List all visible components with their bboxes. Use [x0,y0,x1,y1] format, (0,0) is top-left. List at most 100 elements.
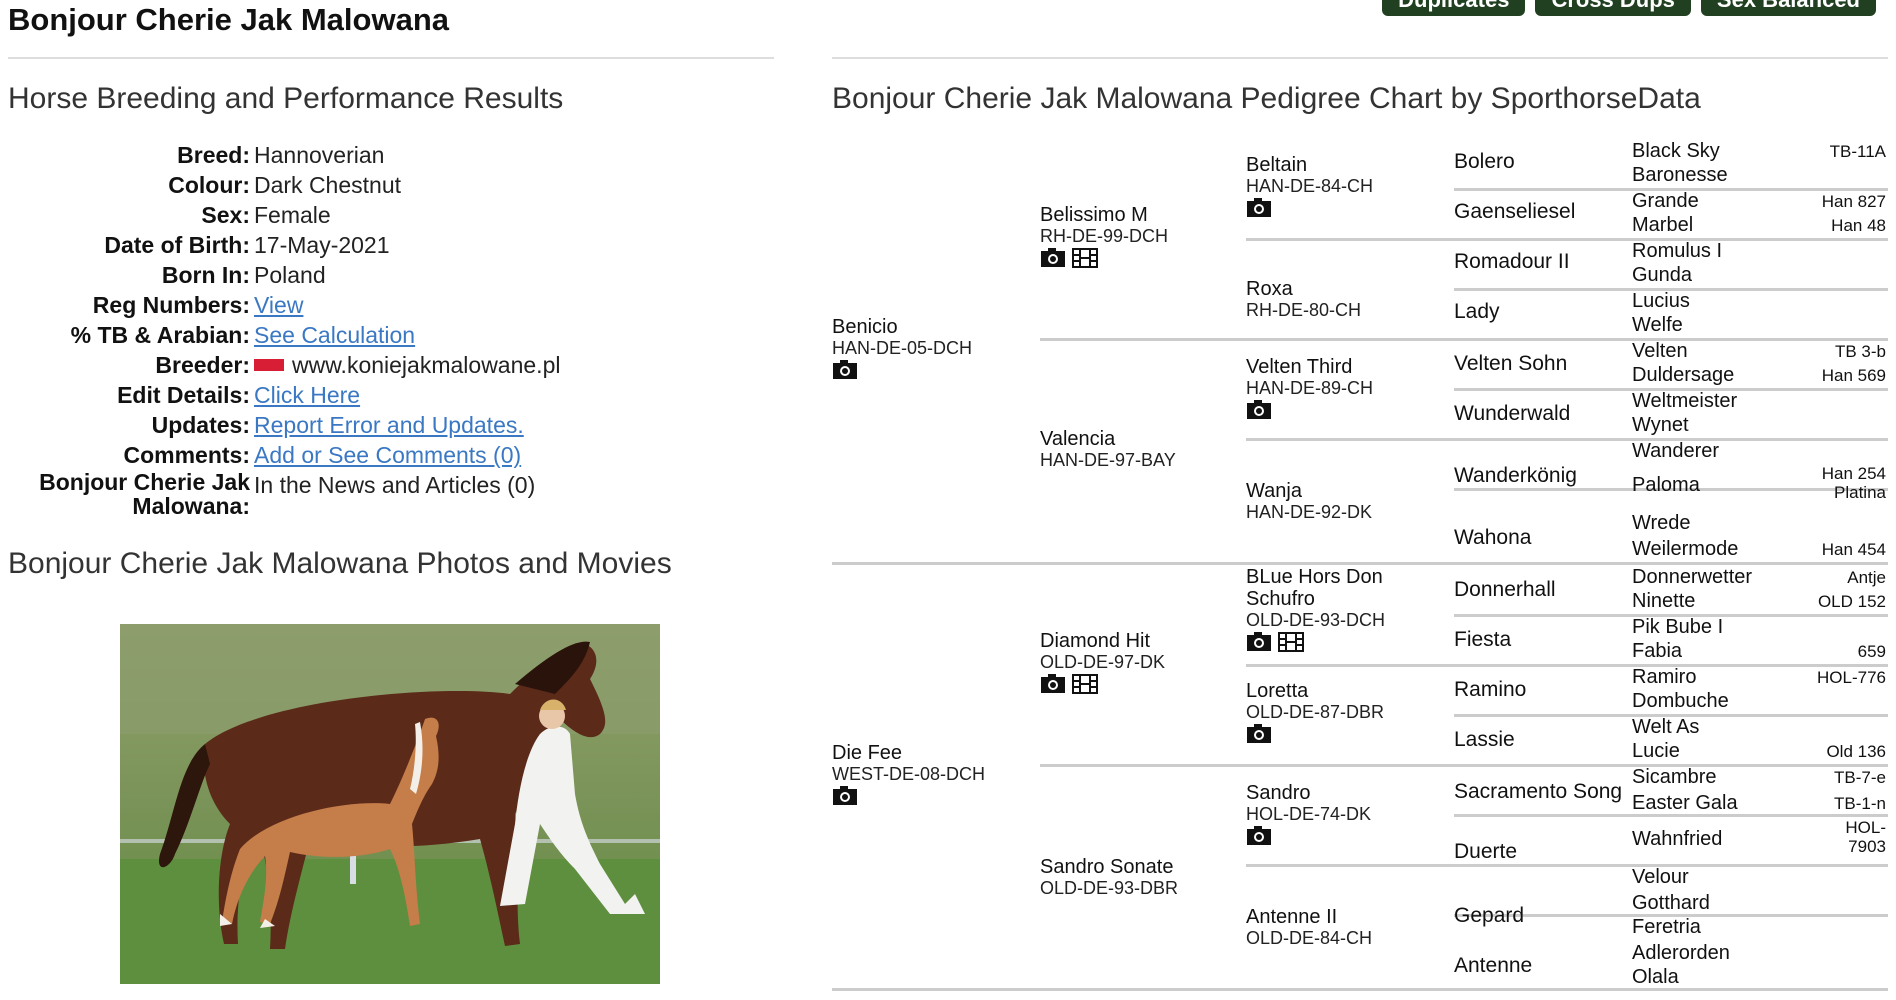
camera-icon[interactable] [1246,826,1272,846]
camera-icon[interactable] [832,786,858,806]
report-error-link[interactable]: Report Error and Updates. [254,412,524,438]
pedigree-g5-3[interactable]: Marbel Han 48 [1632,214,1886,238]
pedigree-g4-12[interactable]: Sacramento Song [1454,780,1622,804]
pedigree-g5-28[interactable]: Gotthard [1632,892,1886,916]
horse-reg: Antje [1847,568,1886,587]
horse-photo[interactable] [120,624,660,984]
sex-balanced-button[interactable]: Sex Balanced [1700,0,1876,16]
horse-name: Gunda [1632,264,1693,286]
pedigree-g5-12[interactable]: Wanderer [1632,440,1886,464]
info-row-breed: Breed: Hannoverian [8,140,768,170]
edit-details-link[interactable]: Click Here [254,382,360,408]
horse-name: Lucius [1632,290,1690,312]
pedigree-g3-0[interactable]: Beltain HAN-DE-84-CH [1246,154,1373,218]
horse-name: Paloma [1632,474,1700,496]
pedigree-g3-3[interactable]: Wanja HAN-DE-92-DK [1246,480,1372,522]
pedigree-g5-21[interactable]: Dombuche [1632,690,1886,714]
pedigree-g4-6[interactable]: Wanderkönig [1454,464,1577,488]
pedigree-g4-15[interactable]: Antenne [1454,954,1532,978]
camera-icon[interactable] [1040,248,1066,268]
pedigree-g4-4[interactable]: Velten Sohn [1454,352,1567,376]
pedigree-g5-4[interactable]: Romulus I [1632,240,1886,264]
pedigree-g2-0[interactable]: Belissimo M RH-DE-99-DCH [1040,204,1168,268]
pedigree-g3-5[interactable]: Loretta OLD-DE-87-DBR [1246,680,1384,744]
see-calculation-link[interactable]: See Calculation [254,322,415,348]
pedigree-g5-17[interactable]: Ninette OLD 152 [1632,590,1886,614]
camera-icon[interactable] [1040,674,1066,694]
horse-name: Fabia [1632,640,1683,662]
comments-link[interactable]: Add or See Comments (0) [254,442,521,468]
camera-icon[interactable] [1246,632,1272,652]
horse-reg: HAN-DE-92-DK [1246,502,1373,522]
pedigree-g5-31[interactable]: Olala [1632,966,1886,990]
pedigree-g4-11[interactable]: Lassie [1454,728,1515,752]
pedigree-g4-7[interactable]: Wahona [1454,526,1531,550]
pedigree-g3-6[interactable]: Sandro HOL-DE-74-DK [1246,782,1371,846]
camera-icon[interactable] [1246,198,1272,218]
pedigree-g5-2[interactable]: Grande Han 827 [1632,190,1886,214]
pedigree-g4-5[interactable]: Wunderwald [1454,402,1570,426]
duplicates-button[interactable]: Duplicates [1382,0,1526,16]
camera-icon[interactable] [832,360,858,380]
camera-icon[interactable] [1246,724,1272,744]
horse-name: Donnerwetter [1632,566,1753,588]
cross-dups-button[interactable]: Cross Dups [1535,0,1691,16]
pedigree-dam[interactable]: Die Fee WEST-DE-08-DCH [832,742,985,806]
horse-name: Sandro Sonate [1040,856,1174,878]
pedigree-g5-10[interactable]: Weltmeister [1632,390,1886,414]
info-label: Edit Details: [117,382,250,408]
pedigree-g3-7[interactable]: Antenne II OLD-DE-84-CH [1246,906,1372,948]
pedigree-g2-1[interactable]: Valencia HAN-DE-97-BAY [1040,428,1176,470]
view-reg-link[interactable]: View [254,292,303,318]
pedigree-g5-16[interactable]: Donnerwetter Antje [1632,566,1886,590]
horse-name: Sicambre [1632,766,1717,788]
pedigree-g5-20[interactable]: Ramiro HOL-776 [1632,666,1886,690]
pedigree-g5-15[interactable]: Weilermode Han 454 [1632,538,1886,562]
pedigree-g5-6[interactable]: Lucius [1632,290,1886,314]
pedigree-g5-13[interactable]: Paloma Han 254 Platina [1632,462,1886,506]
pedigree-g5-8[interactable]: Velten TB 3-b [1632,340,1886,364]
pedigree-g5-7[interactable]: Welfe [1632,314,1886,338]
pedigree-g2-2[interactable]: Diamond Hit OLD-DE-97-DK [1040,630,1165,694]
pedigree-g4-2[interactable]: Romadour II [1454,250,1570,274]
pedigree-g5-24[interactable]: Sicambre TB-7-e [1632,766,1886,790]
pedigree-g5-23[interactable]: Lucie Old 136 [1632,740,1886,764]
pedigree-g3-2[interactable]: Velten Third HAN-DE-89-CH [1246,356,1373,420]
film-icon[interactable] [1278,632,1304,652]
pedigree-g5-14[interactable]: Wrede [1632,512,1886,536]
pedigree-g5-18[interactable]: Pik Bube I [1632,616,1886,640]
pedigree-g5-26[interactable]: Wahnfried HOL-7903 [1632,816,1886,860]
info-label: Reg Numbers: [92,292,250,318]
film-icon[interactable] [1072,248,1098,268]
pedigree-g4-9[interactable]: Fiesta [1454,628,1511,652]
pedigree-sire[interactable]: Benicio HAN-DE-05-DCH [832,316,972,380]
pedigree-g4-0[interactable]: Bolero [1454,150,1515,174]
pedigree-g3-4[interactable]: BLue Hors Don Schufro OLD-DE-93-DCH [1246,566,1446,652]
pedigree-g5-9[interactable]: Duldersage Han 569 [1632,364,1886,388]
horse-name: Roxa [1246,278,1293,300]
pedigree-g5-11[interactable]: Wynet [1632,414,1886,438]
pedigree-g4-1[interactable]: Gaenseliesel [1454,200,1575,224]
pedigree-g4-13[interactable]: Duerte [1454,840,1517,864]
pedigree-g4-10[interactable]: Ramino [1454,678,1526,702]
pedigree-g5-19[interactable]: Fabia 659 [1632,640,1886,664]
pedigree-g5-22[interactable]: Welt As [1632,716,1886,740]
pedigree-g4-8[interactable]: Donnerhall [1454,578,1556,602]
info-value: Female [254,202,331,228]
pedigree-divider [832,562,1888,565]
pedigree-g5-27[interactable]: Velour [1632,866,1886,890]
pedigree-g3-1[interactable]: Roxa RH-DE-80-CH [1246,278,1361,320]
pedigree-g5-30[interactable]: Adlerorden [1632,942,1886,966]
pedigree-g5-5[interactable]: Gunda [1632,264,1886,288]
info-label: Date of Birth: [104,232,250,258]
pedigree-g4-3[interactable]: Lady [1454,300,1500,324]
film-icon[interactable] [1072,674,1098,694]
pedigree-g5-1[interactable]: Baronesse [1632,164,1886,188]
pedigree-g4-14[interactable]: Gepard [1454,904,1524,928]
pedigree-g2-3[interactable]: Sandro Sonate OLD-DE-93-DBR [1040,856,1178,898]
pedigree-g5-0[interactable]: Black Sky TB-11A [1632,140,1886,164]
pedigree-g5-25[interactable]: Easter Gala TB-1-n [1632,792,1886,816]
pedigree-g5-29[interactable]: Feretria [1632,916,1886,940]
horse-reg: 659 [1857,642,1886,661]
camera-icon[interactable] [1246,400,1272,420]
